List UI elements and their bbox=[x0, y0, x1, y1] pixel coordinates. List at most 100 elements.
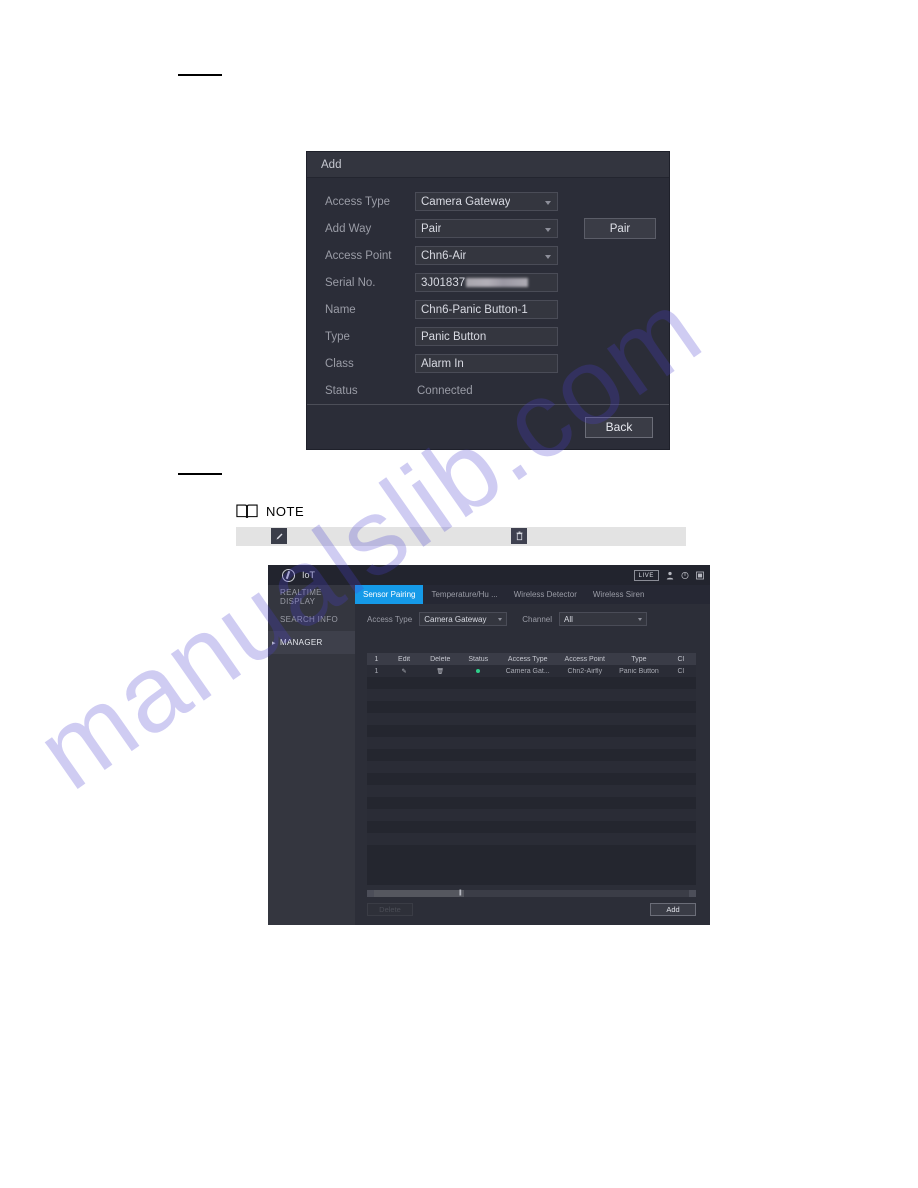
input-name[interactable]: Chn6-Panic Button-1 bbox=[415, 300, 558, 319]
scrollbar-thumb[interactable] bbox=[374, 890, 464, 897]
note-redacted-bar bbox=[236, 527, 686, 546]
status-badge bbox=[476, 669, 481, 673]
dialog-title-bar: Add bbox=[307, 152, 669, 178]
label-access-point: Access Point bbox=[325, 249, 392, 262]
column-header-delete: Delete bbox=[430, 655, 451, 663]
pencil-icon[interactable] bbox=[271, 528, 287, 544]
row-edit-button[interactable]: ✎ bbox=[386, 668, 422, 675]
input-type[interactable]: Panic Button bbox=[415, 327, 558, 346]
label-filter-access-type: Access Type bbox=[367, 614, 413, 624]
iot-table: 1 Edit Delete Status Access Type Access … bbox=[367, 653, 696, 885]
scrollbar-grip-icon: ||| bbox=[459, 890, 462, 896]
form-row-access-type: Access Type Camera Gateway bbox=[307, 188, 669, 215]
value-filter-access-type: Camera Gateway bbox=[424, 614, 487, 624]
table-header-row: 1 Edit Delete Status Access Type Access … bbox=[367, 653, 696, 665]
table-row-empty bbox=[367, 737, 696, 749]
tab-temperature-humidity[interactable]: Temperature/Hu ... bbox=[423, 585, 505, 604]
sidebar-label-manager: MANAGER bbox=[280, 638, 323, 647]
iot-filter-bar: Access Type Camera Gateway Channel All bbox=[355, 604, 710, 634]
chevron-down-icon bbox=[638, 618, 643, 621]
serial-no-redaction bbox=[466, 278, 529, 287]
table-empty-rows bbox=[367, 677, 696, 845]
cell-status bbox=[458, 669, 498, 673]
back-button[interactable]: Back bbox=[585, 416, 653, 438]
column-header-access-type: Access Type bbox=[507, 655, 548, 663]
sidebar-item-manager[interactable]: ▸ MANAGER bbox=[268, 631, 355, 654]
add-button[interactable]: Add bbox=[650, 903, 696, 916]
iot-window-title: IoT bbox=[302, 570, 316, 580]
cell-access-point: Chn2-Airfly bbox=[567, 667, 603, 675]
label-name: Name bbox=[325, 303, 356, 316]
table-row-empty bbox=[367, 749, 696, 761]
value-class: Alarm In bbox=[421, 357, 464, 370]
value-status: Connected bbox=[417, 384, 473, 397]
dialog-title: Add bbox=[321, 158, 342, 171]
trash-icon[interactable] bbox=[511, 528, 527, 544]
value-name: Chn6-Panic Button-1 bbox=[421, 303, 528, 316]
sidebar-item-realtime-display[interactable]: REALTIME DISPLAY bbox=[268, 585, 355, 608]
tab-sensor-pairing[interactable]: Sensor Pairing bbox=[355, 585, 424, 604]
select-access-point[interactable]: Chn6-Air bbox=[415, 246, 558, 265]
column-header-type: Type bbox=[631, 655, 647, 663]
table-row-empty bbox=[367, 761, 696, 773]
value-access-point: Chn6-Air bbox=[421, 249, 467, 262]
redaction-rule-middle bbox=[178, 473, 222, 475]
value-serial-no: 3J01837 bbox=[421, 276, 466, 289]
iot-tab-bar: Sensor Pairing Temperature/Hu ... Wirele… bbox=[355, 585, 710, 604]
iot-logo-icon bbox=[282, 568, 295, 582]
column-header-access-point: Access Point bbox=[564, 655, 605, 663]
table-row-empty bbox=[367, 713, 696, 725]
chevron-right-icon: ▸ bbox=[272, 639, 276, 647]
select-access-type[interactable]: Camera Gateway bbox=[415, 192, 558, 211]
value-filter-channel: All bbox=[564, 614, 573, 624]
select-filter-channel[interactable]: All bbox=[559, 612, 648, 626]
sidebar-item-search-info[interactable]: SEARCH INFO bbox=[268, 608, 355, 631]
add-dialog: Add Access Type Camera Gateway Add Way P… bbox=[307, 152, 669, 449]
form-row-class: Class Alarm In bbox=[307, 350, 669, 377]
table-row-empty bbox=[367, 773, 696, 785]
table-row[interactable]: 1 ✎ 🗑 Camera Gat... Chn2-Airfly Panic Bu… bbox=[367, 665, 696, 677]
select-add-way[interactable]: Pair bbox=[415, 219, 558, 238]
scroll-right-arrow-icon[interactable] bbox=[689, 890, 696, 897]
value-access-type: Camera Gateway bbox=[421, 195, 511, 208]
iot-main: REALTIME DISPLAY SEARCH INFO ▸ MANAGER S… bbox=[268, 585, 710, 925]
column-header-class: Cl bbox=[677, 655, 685, 663]
form-row-serial-no: Serial No. 3J01837 bbox=[307, 269, 669, 296]
label-serial-no: Serial No. bbox=[325, 276, 376, 289]
table-row-empty bbox=[367, 821, 696, 833]
pair-button[interactable]: Pair bbox=[584, 218, 656, 239]
chevron-down-icon bbox=[498, 618, 503, 621]
tab-wireless-detector[interactable]: Wireless Detector bbox=[506, 585, 585, 604]
dialog-body: Access Type Camera Gateway Add Way Pair … bbox=[307, 178, 669, 404]
table-row-empty bbox=[367, 833, 696, 845]
table-row-empty bbox=[367, 701, 696, 713]
label-class: Class bbox=[325, 357, 354, 370]
pencil-icon: ✎ bbox=[401, 668, 407, 675]
input-class[interactable]: Alarm In bbox=[415, 354, 558, 373]
column-header-edit: Edit bbox=[398, 655, 411, 663]
chevron-down-icon bbox=[545, 227, 551, 232]
table-row-empty bbox=[367, 677, 696, 689]
power-icon[interactable] bbox=[681, 571, 689, 580]
table-row-empty bbox=[367, 689, 696, 701]
user-icon[interactable] bbox=[666, 571, 674, 580]
select-filter-access-type[interactable]: Camera Gateway bbox=[419, 612, 508, 626]
scroll-left-arrow-icon[interactable] bbox=[367, 890, 374, 897]
window-icon[interactable] bbox=[696, 571, 704, 580]
live-badge: LIVE bbox=[633, 569, 659, 581]
form-row-add-way: Add Way Pair Pair bbox=[307, 215, 669, 242]
iot-action-buttons: Delete Add bbox=[367, 903, 696, 917]
note-block: NOTE bbox=[236, 503, 304, 520]
iot-window: IoT LIVE REALTIME DISPLAY SEARCH INFO ▸ … bbox=[268, 565, 710, 925]
row-delete-button[interactable]: 🗑 bbox=[422, 668, 458, 675]
cell-type: Panic Button bbox=[619, 667, 659, 675]
input-serial-no[interactable]: 3J01837 bbox=[415, 273, 558, 292]
delete-button[interactable]: Delete bbox=[367, 903, 413, 916]
sidebar-label-realtime-display: REALTIME DISPLAY bbox=[280, 587, 322, 606]
chevron-down-icon bbox=[545, 200, 551, 205]
form-row-access-point: Access Point Chn6-Air bbox=[307, 242, 669, 269]
tab-wireless-siren[interactable]: Wireless Siren bbox=[585, 585, 653, 604]
horizontal-scrollbar[interactable]: ||| bbox=[367, 890, 696, 897]
book-icon bbox=[236, 504, 258, 519]
form-row-type: Type Panic Button bbox=[307, 323, 669, 350]
